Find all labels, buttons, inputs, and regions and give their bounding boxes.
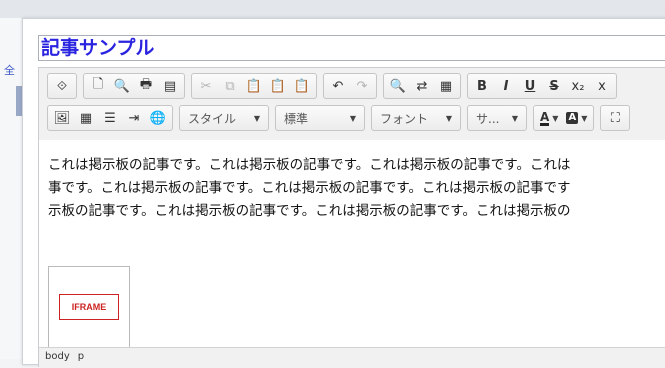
paragraph-line: 示板の記事です。これは掲示板の記事です。これは掲示板の記事です。これは掲示板の <box>48 203 571 219</box>
table-icon: ▦ <box>79 110 93 126</box>
size-combo-label: サ... <box>476 111 500 126</box>
toolbar-group: ⟐ <box>47 73 77 99</box>
preview-button[interactable]: 🔍 <box>110 75 134 97</box>
image-button[interactable]: 🖼 <box>50 107 74 129</box>
redo-button[interactable]: ↷ <box>350 75 374 97</box>
chevron-down-icon: ▼ <box>581 113 588 123</box>
link-button[interactable]: 🌐 <box>146 107 170 129</box>
editor-dialog: 記事サンプル ⟐ 🗋 🔍 🖶 ▤ ✂ ⧉ 📋 📋 📋 ↶ ↷ 🔍 ⇄ ▦ B I U Sx₂ x 🖼 ▦ ☰ ⇥ 🌐 スタイル… <box>22 18 665 368</box>
iframe-label: IFRAME <box>59 294 119 320</box>
print-icon: 🖶 <box>139 77 153 92</box>
font-combo[interactable]: フォント ▼ <box>371 105 461 131</box>
underline-icon: U <box>524 78 536 94</box>
chevron-down-icon: ▼ <box>511 113 518 123</box>
editor-toolbar: ⟐ 🗋 🔍 🖶 ▤ ✂ ⧉ 📋 📋 📋 ↶ ↷ 🔍 ⇄ ▦ B I U Sx₂ x 🖼 ▦ ☰ ⇥ 🌐 スタイル ▼ 標準 ▼… <box>39 68 665 141</box>
subscript-button[interactable]: x₂ <box>566 75 590 97</box>
format-combo[interactable]: 標準 ▼ <box>275 105 365 131</box>
new-page-icon: 🗋 <box>92 77 104 92</box>
chevron-down-icon: ▼ <box>253 113 260 123</box>
italic-icon: I <box>503 78 509 94</box>
undo-icon: ↶ <box>332 78 344 94</box>
horizontal-rule-button[interactable]: ☰ <box>98 107 122 129</box>
maximize-button[interactable]: ⛶ <box>603 107 627 129</box>
horizontal-rule-icon: ☰ <box>104 110 116 126</box>
toolbar-group: ✂ ⧉ 📋 📋 📋 <box>191 73 317 99</box>
paste-text-button[interactable]: 📋 <box>266 75 290 97</box>
table-button[interactable]: ▦ <box>74 107 98 129</box>
toolbar-group: ↶ ↷ <box>323 73 377 99</box>
background-header <box>0 0 665 19</box>
paste-word-icon: 📋 <box>293 78 311 94</box>
rich-text-editor: ⟐ 🗋 🔍 🖶 ▤ ✂ ⧉ 📋 📋 📋 ↶ ↷ 🔍 ⇄ ▦ B I U Sx₂ x 🖼 ▦ ☰ ⇥ 🌐 スタイル ▼ 標準 ▼… <box>38 67 665 368</box>
text-color-button[interactable]: A ▼ <box>536 111 562 126</box>
link-icon: 🌐 <box>149 110 167 126</box>
element-path-bar: body p <box>39 347 665 368</box>
size-combo[interactable]: サ... ▼ <box>467 105 527 131</box>
format-combo-label: 標準 <box>284 111 309 126</box>
paste-word-button[interactable]: 📋 <box>290 75 314 97</box>
undo-button[interactable]: ↶ <box>326 75 350 97</box>
replace-button[interactable]: ⇄ <box>410 75 434 97</box>
chevron-down-icon: ▼ <box>349 113 356 123</box>
toolbar-row-2: 🖼 ▦ ☰ ⇥ 🌐 スタイル ▼ 標準 ▼ フォント ▼ サ... ▼ A ▼ … <box>47 105 631 131</box>
select-all-icon: ▦ <box>439 78 453 94</box>
path-item[interactable]: p <box>78 351 84 362</box>
find-button[interactable]: 🔍 <box>386 75 410 97</box>
find-icon: 🔍 <box>389 78 407 94</box>
toolbar-group: 🔍 ⇄ ▦ <box>383 73 461 99</box>
source-icon: ⟐ <box>56 78 68 94</box>
new-page-button[interactable]: 🗋 <box>86 75 110 97</box>
paste-text-icon: 📋 <box>269 78 287 94</box>
superscript-button[interactable]: x <box>590 75 614 97</box>
style-combo-label: スタイル <box>188 111 237 126</box>
cut-icon: ✂ <box>200 78 212 94</box>
background-link[interactable]: 全 <box>4 62 15 78</box>
subscript-icon: x₂ <box>571 78 585 94</box>
paragraph-line: 事です。これは掲示板の記事です。これは掲示板の記事です。これは掲示板の記事です <box>48 180 571 196</box>
indent-button[interactable]: ⇥ <box>122 107 146 129</box>
toolbar-group: B I U Sx₂ x <box>467 73 617 99</box>
paragraph-line: これは掲示板の記事です。これは掲示板の記事です。これは掲示板の記事です。これは <box>48 157 571 173</box>
redo-icon: ↷ <box>356 78 368 94</box>
chevron-down-icon: ▼ <box>445 113 452 123</box>
path-item[interactable]: body <box>45 351 70 362</box>
templates-button[interactable]: ▤ <box>158 75 182 97</box>
paste-icon: 📋 <box>245 78 263 94</box>
bg-color-icon: A <box>566 112 579 124</box>
source-button[interactable]: ⟐ <box>50 75 74 97</box>
paste-button[interactable]: 📋 <box>242 75 266 97</box>
print-button[interactable]: 🖶 <box>134 75 158 97</box>
replace-icon: ⇄ <box>416 78 428 94</box>
copy-icon: ⧉ <box>225 78 235 94</box>
title-field[interactable]: 記事サンプル <box>38 35 665 61</box>
image-icon: 🖼 <box>53 110 71 126</box>
chevron-down-icon: ▼ <box>552 113 559 123</box>
copy-button[interactable]: ⧉ <box>218 75 242 97</box>
bold-button[interactable]: B <box>470 75 494 97</box>
text-color-icon: A <box>540 109 550 126</box>
select-all-button[interactable]: ▦ <box>434 75 458 97</box>
preview-icon: 🔍 <box>113 78 131 94</box>
toolbar-group: 🗋 🔍 🖶 ▤ <box>83 73 185 99</box>
iframe-placeholder[interactable]: IFRAME <box>48 266 130 347</box>
strike-button[interactable]: S <box>542 75 566 97</box>
color-group: A ▼ A ▼ <box>533 105 595 131</box>
toolbar-row-1: ⟐ 🗋 🔍 🖶 ▤ ✂ ⧉ 📋 📋 📋 ↶ ↷ 🔍 ⇄ ▦ B I U Sx₂ x <box>47 73 617 99</box>
italic-button[interactable]: I <box>494 75 518 97</box>
bold-icon: B <box>477 78 487 94</box>
underline-button[interactable]: U <box>518 75 542 97</box>
cut-button[interactable]: ✂ <box>194 75 218 97</box>
insert-group: 🖼 ▦ ☰ ⇥ 🌐 <box>47 105 173 131</box>
style-combo[interactable]: スタイル ▼ <box>179 105 269 131</box>
superscript-icon: x <box>598 78 606 94</box>
editor-content[interactable]: これは掲示板の記事です。これは掲示板の記事です。これは掲示板の記事です。これは事… <box>39 140 665 347</box>
indent-icon: ⇥ <box>128 110 140 126</box>
font-combo-label: フォント <box>380 111 429 126</box>
strike-icon: S <box>549 78 559 94</box>
body-paragraph[interactable]: これは掲示板の記事です。これは掲示板の記事です。これは掲示板の記事です。これは事… <box>48 154 665 223</box>
tools-group: ⛶ <box>600 105 631 131</box>
bg-color-button[interactable]: A ▼ <box>562 112 591 124</box>
templates-icon: ▤ <box>163 78 177 94</box>
